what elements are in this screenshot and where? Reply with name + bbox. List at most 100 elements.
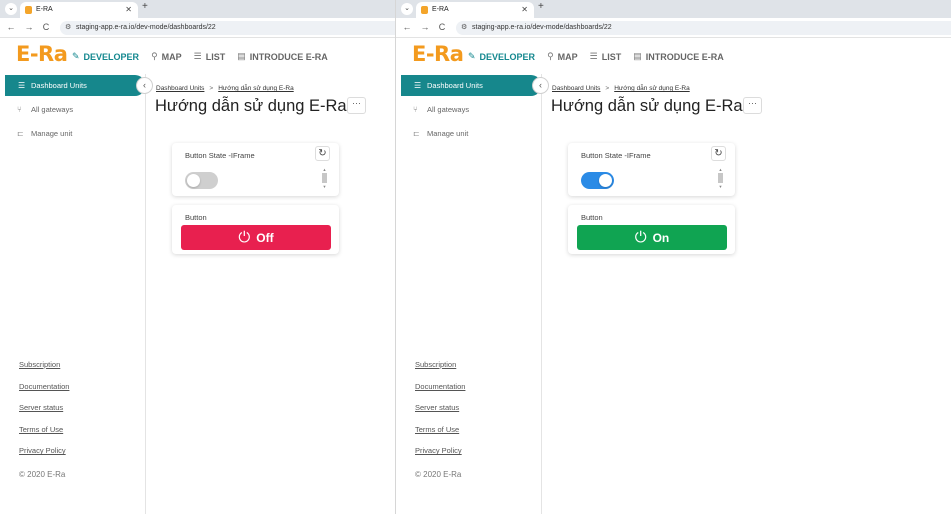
sidebar-item-dashboard-units[interactable]: ☰ Dashboard Units [5, 75, 145, 96]
toggle-knob [599, 174, 612, 187]
site-info-icon[interactable]: ⚙ [461, 21, 467, 35]
nav-map[interactable]: ⚲ MAP [547, 51, 578, 62]
nav-label: DEVELOPER [83, 51, 140, 62]
reload-icon[interactable]: C [41, 22, 51, 32]
unit-icon: ⊏ [413, 129, 420, 138]
footer-link-documentation[interactable]: Documentation [415, 382, 465, 404]
era-logo[interactable]: E-Ra [412, 42, 464, 66]
scrollbar[interactable]: ▲ ▼ [321, 167, 328, 191]
sidebar: ☰ Dashboard Units ‹ ⑂ All gateways ⊏ Man… [396, 74, 549, 514]
power-button-label: Off [256, 230, 274, 245]
address-bar: ← → C ⚙ staging-app.e-ra.io/dev-mode/das… [0, 18, 395, 38]
browser-tab[interactable]: E-RA ✕ [416, 2, 534, 18]
widget-title: Button State -IFrame [581, 151, 651, 160]
site-info-icon[interactable]: ⚙ [65, 21, 71, 35]
app-header: E-Ra ✎ DEVELOPER ⚲ MAP ☰ LIST ▤ INTRODUC… [0, 38, 395, 74]
nav-developer[interactable]: ✎ DEVELOPER [72, 51, 139, 62]
widget-title: Button [185, 213, 207, 222]
sidebar: ☰ Dashboard Units ‹ ⑂ All gateways ⊏ Man… [0, 74, 153, 514]
breadcrumb-current[interactable]: Hướng dẫn sử dụng E-Ra [614, 85, 689, 92]
footer-link-privacy-policy[interactable]: Privacy Policy [19, 446, 69, 468]
nav-label: MAP [161, 51, 182, 62]
back-icon[interactable]: ← [6, 22, 16, 32]
url-input[interactable]: ⚙ staging-app.e-ra.io/dev-mode/dashboard… [456, 21, 951, 35]
era-logo[interactable]: E-Ra [16, 42, 68, 66]
footer-link-terms-of-use[interactable]: Terms of Use [19, 425, 69, 447]
gateway-icon: ⑂ [17, 105, 22, 114]
address-bar: ← → C ⚙ staging-app.e-ra.io/dev-mode/das… [396, 18, 951, 38]
nav-label: INTRODUCE E-RA [645, 51, 724, 62]
forward-icon[interactable]: → [24, 22, 34, 32]
pencil-icon: ✎ [468, 51, 476, 61]
back-icon[interactable]: ← [402, 22, 412, 32]
nav-map[interactable]: ⚲ MAP [151, 51, 182, 62]
nav-list[interactable]: ☰ LIST [194, 51, 226, 62]
favicon-icon [25, 6, 32, 14]
url-text: staging-app.e-ra.io/dev-mode/dashboards/… [472, 24, 612, 31]
url-text: staging-app.e-ra.io/dev-mode/dashboards/… [76, 24, 216, 31]
footer-link-subscription[interactable]: Subscription [415, 360, 465, 382]
power-button[interactable]: ⏻ Off [181, 225, 331, 250]
copyright: © 2020 E-Ra [415, 470, 462, 479]
power-button-label: On [652, 230, 670, 245]
sidebar-item-manage-unit[interactable]: ⊏ Manage unit [413, 129, 468, 138]
footer-link-privacy-policy[interactable]: Privacy Policy [415, 446, 465, 468]
refresh-icon[interactable]: ↻ [711, 146, 726, 161]
refresh-icon[interactable]: ↻ [315, 146, 330, 161]
breadcrumb-separator: > [209, 85, 214, 92]
footer-link-subscription[interactable]: Subscription [19, 360, 69, 382]
sidebar-item-label: Manage unit [31, 129, 73, 138]
tab-strip: ⌄ E-RA ✕ + [396, 0, 951, 18]
nav-introduce-e-ra[interactable]: ▤ INTRODUCE E-RA [633, 51, 724, 62]
sidebar-item-manage-unit[interactable]: ⊏ Manage unit [17, 129, 72, 138]
page-title: Hướng dẫn sử dụng E-Ra [551, 97, 743, 115]
url-input[interactable]: ⚙ staging-app.e-ra.io/dev-mode/dashboard… [60, 21, 395, 35]
state-toggle[interactable] [185, 172, 218, 189]
copyright: © 2020 E-Ra [19, 470, 66, 479]
top-nav: ✎ DEVELOPER ⚲ MAP ☰ LIST ▤ INTRODUCE E-R… [468, 51, 736, 62]
power-button[interactable]: ⏻ On [577, 225, 727, 250]
nav-developer[interactable]: ✎ DEVELOPER [468, 51, 535, 62]
new-tab-button[interactable]: + [142, 1, 148, 12]
main-content: Dashboard Units > Hướng dẫn sử dụng E-Ra H… [542, 74, 951, 514]
sidebar-item-label: Manage unit [427, 129, 469, 138]
state-toggle[interactable] [581, 172, 614, 189]
button-state-widget: Button State -IFrame ↻ ▲ ▼ [172, 143, 339, 196]
footer-link-terms-of-use[interactable]: Terms of Use [415, 425, 465, 447]
sidebar-item-all-gateways[interactable]: ⑂ All gateways [413, 105, 469, 114]
tab-search-icon[interactable]: ⌄ [5, 3, 17, 15]
power-icon: ⏻ [634, 229, 647, 246]
pencil-icon: ✎ [72, 51, 80, 61]
nav-list[interactable]: ☰ LIST [590, 51, 622, 62]
toggle-knob [187, 174, 200, 187]
more-options-button[interactable]: ··· [743, 97, 762, 114]
dashboard-icon: ☰ [18, 81, 26, 90]
footer-link-documentation[interactable]: Documentation [19, 382, 69, 404]
collapse-sidebar-button[interactable]: ‹ [532, 77, 549, 94]
nav-introduce-e-ra[interactable]: ▤ INTRODUCE E-RA [237, 51, 328, 62]
breadcrumb-current[interactable]: Hướng dẫn sử dụng E-Ra [218, 85, 293, 92]
collapse-sidebar-button[interactable]: ‹ [136, 77, 153, 94]
breadcrumb: Dashboard Units > Hướng dẫn sử dụng E-Ra [552, 85, 690, 92]
new-tab-button[interactable]: + [538, 1, 544, 12]
close-icon[interactable]: ✕ [521, 2, 528, 18]
tab-search-icon[interactable]: ⌄ [401, 3, 413, 15]
more-options-button[interactable]: ··· [347, 97, 366, 114]
scrollbar[interactable]: ▲ ▼ [717, 167, 724, 191]
footer-link-server-status[interactable]: Server status [19, 403, 69, 425]
unit-icon: ⊏ [17, 129, 24, 138]
forward-icon[interactable]: → [420, 22, 430, 32]
sidebar-item-all-gateways[interactable]: ⑂ All gateways [17, 105, 73, 114]
nav-label: INTRODUCE E-RA [249, 51, 328, 62]
reload-icon[interactable]: C [437, 22, 447, 32]
widget-title: Button State -IFrame [185, 151, 255, 160]
breadcrumb-dashboard-units[interactable]: Dashboard Units [552, 85, 600, 92]
footer-link-server-status[interactable]: Server status [415, 403, 465, 425]
list-icon: ☰ [589, 51, 598, 61]
dashboard-icon: ☰ [414, 81, 422, 90]
close-icon[interactable]: ✕ [125, 2, 132, 18]
nav-label: MAP [557, 51, 578, 62]
browser-tab[interactable]: E-RA ✕ [20, 2, 138, 18]
breadcrumb-dashboard-units[interactable]: Dashboard Units [156, 85, 204, 92]
sidebar-item-dashboard-units[interactable]: ☰ Dashboard Units [401, 75, 541, 96]
